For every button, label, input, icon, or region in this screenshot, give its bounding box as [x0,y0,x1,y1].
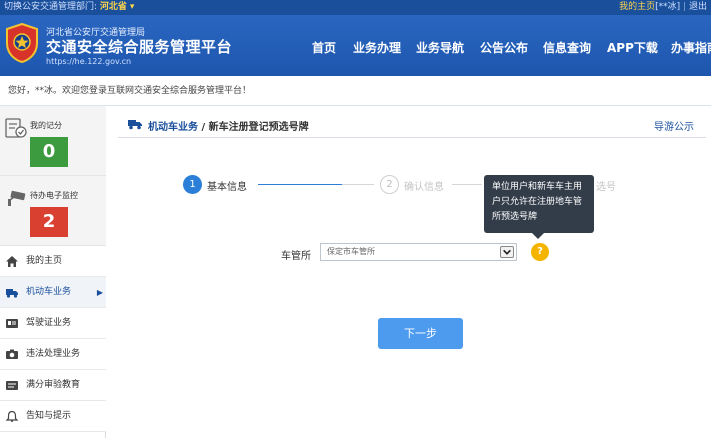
site-url: https://he.122.gov.cn [46,57,132,66]
sidebar-item-label: 驾驶证业务 [26,318,72,328]
select-value: 保定市车管所 [327,247,375,256]
tooltip-pointer [532,233,544,239]
license-score-icon [5,118,27,138]
truck-icon [128,120,142,130]
monitor-label: 待办电子监控 [30,191,78,200]
top-utility-bar: 切换公安交通管理部门: 河北省 ▾ 我的主页[**冰] | 退出 [0,0,711,15]
breadcrumb-current-page: 新车注册登记预选号牌 [208,122,309,133]
sidebar-item-notice[interactable]: 告知与提示 [0,401,106,432]
sidebar-item-violation[interactable]: 违法处理业务 [0,339,106,370]
home-icon [6,256,18,267]
step-connector [258,184,342,185]
sidebar-item-label: 违法处理业务 [26,349,81,359]
license-icon [6,319,18,328]
vehicle-office-select[interactable]: 保定市车管所 [320,243,517,261]
vehicle-office-label: 车管所 [281,251,311,262]
department-switcher[interactable]: 切换公安交通管理部门: 河北省 ▾ [4,0,134,15]
nav-service-guide[interactable]: 办事指南 [671,39,711,56]
sidebar-item-education[interactable]: 满分审验教育 [0,370,106,401]
sidebar-item-driver-license[interactable]: 驾驶证业务 [0,308,106,339]
nav-guide[interactable]: 业务导航 [416,39,464,56]
step-1-circle: 1 [183,175,202,194]
step-2-label: 确认信息 [404,182,444,193]
nav-info-query[interactable]: 信息查询 [543,39,591,56]
step-connector [452,184,482,185]
score-panel[interactable]: 我的记分 0 [0,106,106,176]
help-tooltip: 单位用户和新车车主用户只允许在注册地车管所预选号牌 [484,175,594,233]
logout-link[interactable]: 退出 [689,2,707,12]
nav-home[interactable]: 首页 [312,39,336,56]
sidebar-item-label: 满分审验教育 [26,380,81,390]
bell-icon [6,411,18,422]
surveillance-camera-icon [8,190,26,206]
site-header: 河北省公安厅交通管理局 交通安全综合服务管理平台 https://he.122.… [0,15,711,76]
username: [**冰] [655,2,681,12]
nav-business[interactable]: 业务办理 [353,39,401,56]
platform-title: 交通安全综合服务管理平台 [46,38,233,56]
breadcrumb-bar: 机动车业务 / 新车注册登记预选号牌 导游公示 [118,112,706,138]
sidebar: 我的记分 0 待办电子监控 2 我的主页 机动车业务 ▶ 驾驶证业务 违法处理业… [0,106,106,438]
step-1-label: 基本信息 [207,182,247,193]
education-icon [6,381,18,390]
breadcrumb-section[interactable]: 机动车业务 [148,122,198,133]
dropdown-toggle[interactable] [500,246,514,258]
caret-right-icon: ▶ [96,288,103,297]
welcome-message: 您好，**冰。欢迎您登录互联网交通安全综合服务管理平台！ [0,76,711,106]
sidebar-item-my-home[interactable]: 我的主页 [0,246,106,277]
step-connector [342,184,374,185]
step-2-circle: 2 [380,175,399,194]
main-panel: 机动车业务 / 新车注册登记预选号牌 导游公示 1 基本信息 2 确认信息 选号… [118,112,708,438]
breadcrumb: 机动车业务 / 新车注册登记预选号牌 [148,118,309,133]
guide-link[interactable]: 导游公示 [654,118,694,133]
sidebar-item-vehicle[interactable]: 机动车业务 ▶ [0,277,106,308]
score-label: 我的记分 [30,121,62,130]
province-selector[interactable]: 河北省 [100,2,127,12]
next-step-button[interactable]: 下一步 [378,318,463,349]
switch-label: 切换公安交通管理部门: [4,2,98,12]
help-icon[interactable]: ? [531,243,549,261]
nav-notices[interactable]: 公告公布 [480,39,528,56]
nav-app-download[interactable]: APP下载 [607,39,658,56]
police-emblem-icon [6,23,38,63]
my-home-link[interactable]: 我的主页 [619,2,655,12]
monitor-value: 2 [30,207,68,237]
step-3-label: 选号 [596,182,616,193]
monitor-panel[interactable]: 待办电子监控 2 [0,176,106,246]
chevron-down-icon [503,249,511,255]
sidebar-item-label: 告知与提示 [26,411,72,421]
score-value: 0 [30,137,68,167]
sidebar-item-label: 我的主页 [26,256,63,266]
sidebar-item-label: 机动车业务 [26,287,72,297]
camera-icon [6,349,18,359]
chevron-down-icon[interactable]: ▾ [130,2,135,12]
user-links: 我的主页[**冰] | 退出 [619,2,707,12]
breadcrumb-separator: / [198,122,209,133]
truck-icon [6,289,18,298]
